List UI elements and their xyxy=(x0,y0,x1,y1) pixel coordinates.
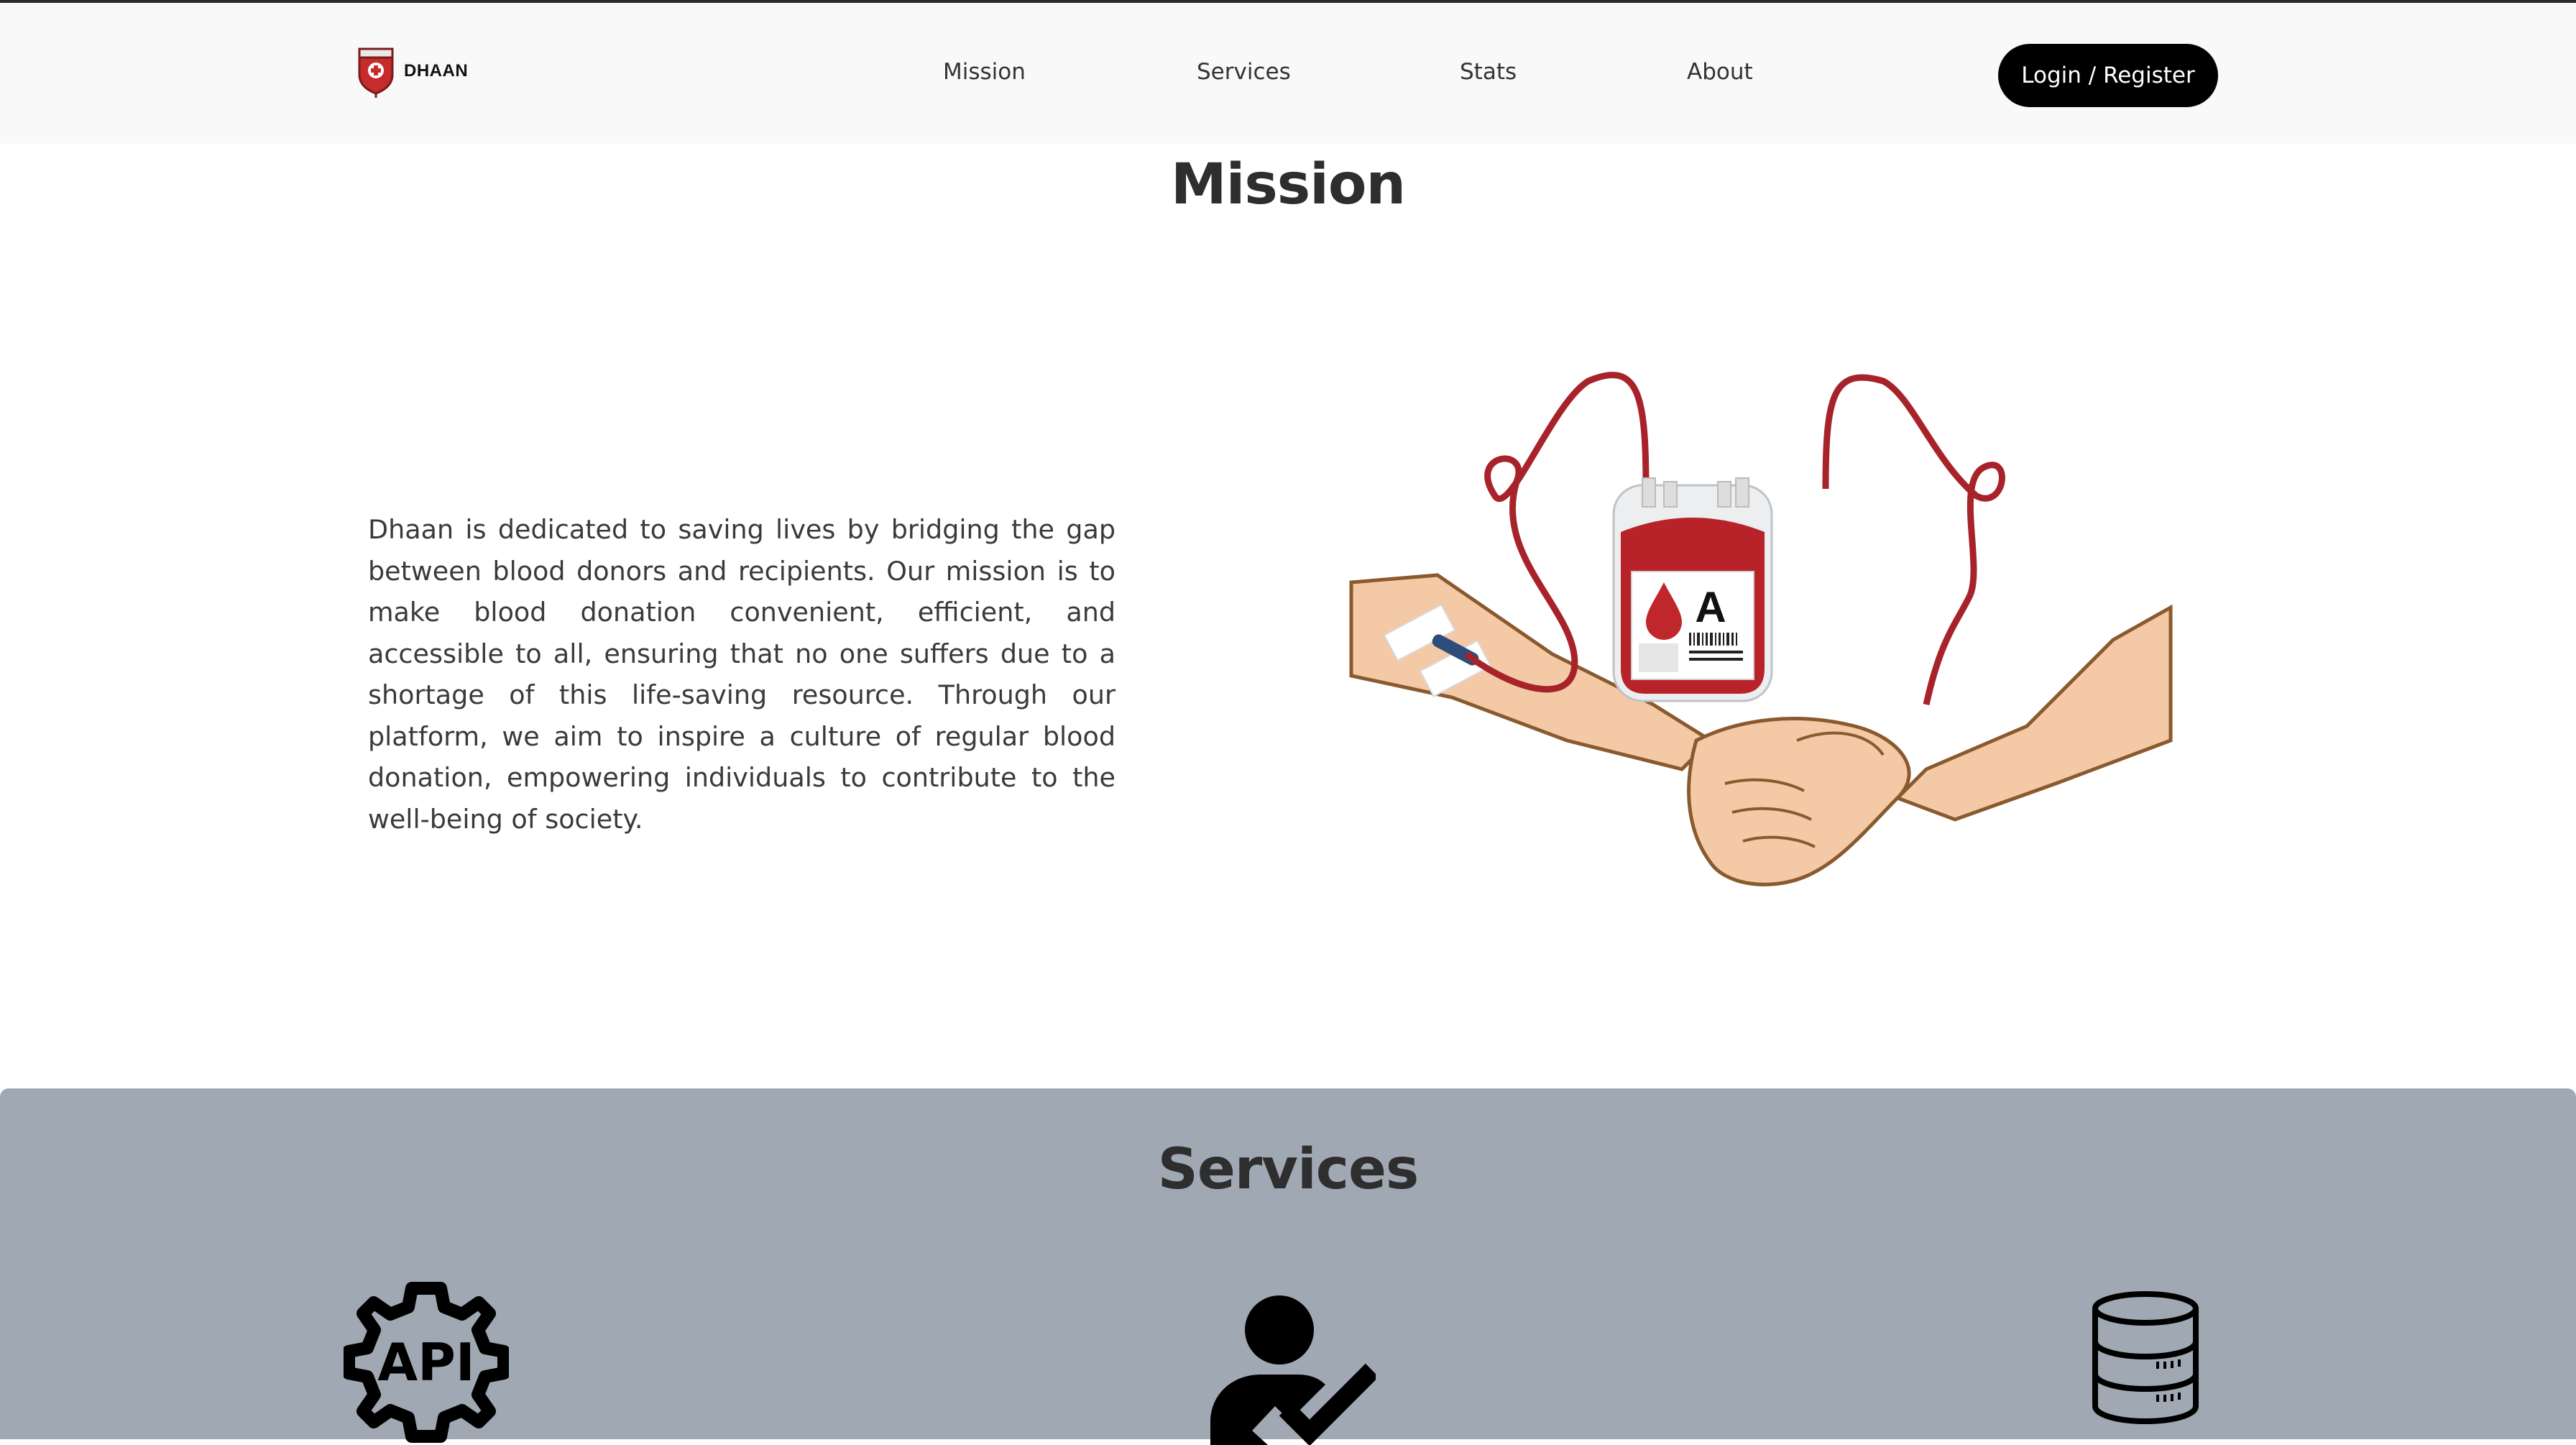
logo-text: DHAAN xyxy=(404,61,469,81)
blood-bag-logo-icon xyxy=(358,47,394,98)
nav-stats[interactable]: Stats xyxy=(1460,59,1517,85)
login-register-button[interactable]: Login / Register xyxy=(1998,44,2218,107)
logo[interactable]: DHAAN xyxy=(355,43,468,99)
user-check-icon xyxy=(1210,1295,1376,1445)
mission-paragraph: Dhaan is dedicated to saving lives by br… xyxy=(368,514,1116,835)
blood-type-label: A xyxy=(1695,583,1726,631)
mission-title: Mission xyxy=(1170,152,1406,217)
api-gear-icon: API xyxy=(344,1282,509,1443)
nav-services[interactable]: Services xyxy=(1197,59,1291,85)
nav-about[interactable]: About xyxy=(1687,59,1753,85)
nav-mission[interactable]: Mission xyxy=(943,59,1026,85)
database-icon xyxy=(2092,1291,2199,1424)
site-header: DHAAN Mission Services Stats About Login… xyxy=(0,3,2576,144)
blood-donation-handshake-illustration: A xyxy=(1349,372,2173,886)
services-title: Services xyxy=(1157,1137,1420,1202)
api-icon-text: API xyxy=(377,1332,474,1393)
services-section: Services API xyxy=(0,1088,2576,1445)
